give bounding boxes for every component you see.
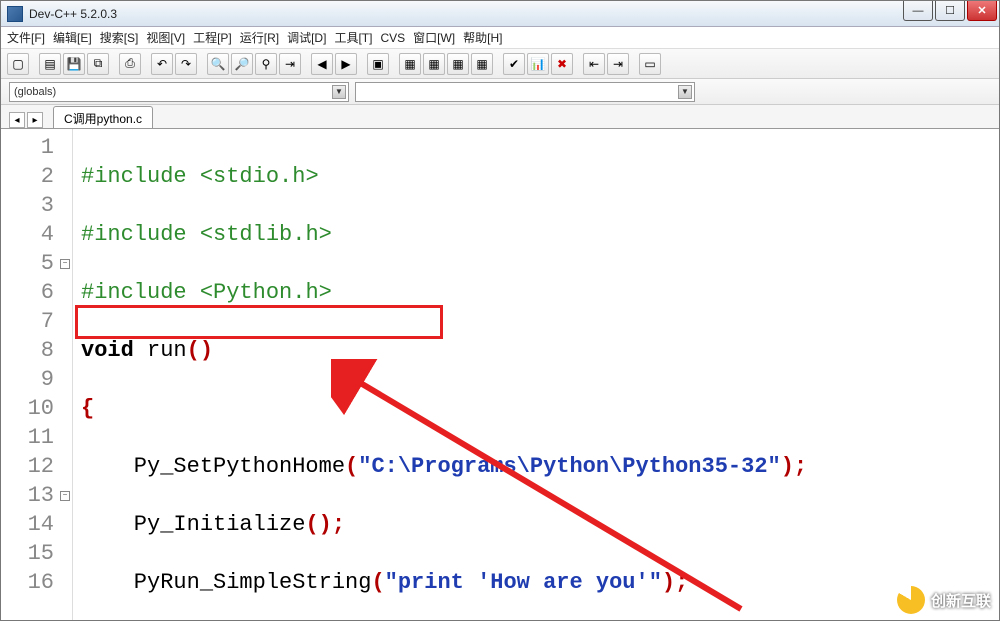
window-title: Dev-C++ 5.2.0.3 bbox=[29, 7, 117, 21]
redo-button[interactable]: ↷ bbox=[175, 53, 197, 75]
symbol-combo[interactable]: ▼ bbox=[355, 82, 695, 102]
maximize-button[interactable]: ☐ bbox=[935, 1, 965, 21]
line-number: 15 bbox=[1, 539, 72, 568]
line-number: 8 bbox=[1, 336, 72, 365]
menu-run[interactable]: 运行[R] bbox=[240, 29, 279, 46]
menu-help[interactable]: 帮助[H] bbox=[463, 29, 502, 46]
scope-combo-value: (globals) bbox=[14, 86, 56, 98]
watermark-text: 创新互联 bbox=[931, 590, 991, 611]
menu-window[interactable]: 窗口[W] bbox=[413, 29, 455, 46]
tab-row: ◂ ▸ C调用python.c bbox=[1, 105, 999, 129]
bookmark-button[interactable]: ▣ bbox=[367, 53, 389, 75]
goto-button[interactable]: ⇥ bbox=[279, 53, 301, 75]
saveall-button[interactable]: ⧉ bbox=[87, 53, 109, 75]
find-button[interactable]: 🔍 bbox=[207, 53, 229, 75]
grid3-button[interactable]: ▦ bbox=[447, 53, 469, 75]
line-number: 7 bbox=[1, 307, 72, 336]
menubar: 文件[F] 编辑[E] 搜索[S] 视图[V] 工程[P] 运行[R] 调试[D… bbox=[1, 27, 999, 49]
app-window: Dev-C++ 5.2.0.3 — ☐ ✕ 文件[F] 编辑[E] 搜索[S] … bbox=[0, 0, 1000, 621]
line-number: 5− bbox=[1, 249, 72, 278]
print-button[interactable]: ⎙ bbox=[119, 53, 141, 75]
toolbar: ▢ ▤ 💾 ⧉ ⎙ ↶ ↷ 🔍 🔎 ⚲ ⇥ ◀ ▶ ▣ ▦ ▦ ▦ ▦ ✔ 📊 … bbox=[1, 49, 999, 79]
grid1-button[interactable]: ▦ bbox=[399, 53, 421, 75]
forward-button[interactable]: ▶ bbox=[335, 53, 357, 75]
grid4-button[interactable]: ▦ bbox=[471, 53, 493, 75]
fold-minus-icon[interactable]: − bbox=[60, 259, 70, 269]
menu-edit[interactable]: 编辑[E] bbox=[53, 29, 92, 46]
menu-file[interactable]: 文件[F] bbox=[7, 29, 45, 46]
scope-combo[interactable]: (globals) ▼ bbox=[9, 82, 349, 102]
titlebar: Dev-C++ 5.2.0.3 — ☐ ✕ bbox=[1, 1, 999, 27]
line-number: 4 bbox=[1, 220, 72, 249]
menu-tools[interactable]: 工具[T] bbox=[334, 29, 372, 46]
line-number: 1 bbox=[1, 133, 72, 162]
gutter: 1 2 3 4 5− 6 7 8 9 10 11 12 13− 14 15 16 bbox=[1, 129, 73, 620]
new-file-button[interactable]: ▢ bbox=[7, 53, 29, 75]
line-number: 9 bbox=[1, 365, 72, 394]
save-button[interactable]: 💾 bbox=[63, 53, 85, 75]
code-area[interactable]: #include <stdio.h> #include <stdlib.h> #… bbox=[81, 129, 999, 620]
menu-debug[interactable]: 调试[D] bbox=[287, 29, 326, 46]
line-number: 2 bbox=[1, 162, 72, 191]
undo-button[interactable]: ↶ bbox=[151, 53, 173, 75]
chevron-down-icon: ▼ bbox=[678, 85, 692, 99]
window-controls: — ☐ ✕ bbox=[901, 1, 997, 21]
line-number: 16 bbox=[1, 568, 72, 597]
line-number: 13− bbox=[1, 481, 72, 510]
fold-minus-icon[interactable]: − bbox=[60, 491, 70, 501]
line-number: 12 bbox=[1, 452, 72, 481]
file-tab[interactable]: C调用python.c bbox=[53, 106, 153, 128]
open-button[interactable]: ▤ bbox=[39, 53, 61, 75]
layout-button[interactable]: ▭ bbox=[639, 53, 661, 75]
code-editor[interactable]: 1 2 3 4 5− 6 7 8 9 10 11 12 13− 14 15 16… bbox=[1, 129, 999, 620]
menu-search[interactable]: 搜索[S] bbox=[100, 29, 139, 46]
line-number: 14 bbox=[1, 510, 72, 539]
stop-button[interactable]: ✖ bbox=[551, 53, 573, 75]
menu-project[interactable]: 工程[P] bbox=[193, 29, 232, 46]
replace-button[interactable]: ⚲ bbox=[255, 53, 277, 75]
debug-in-button[interactable]: ⇤ bbox=[583, 53, 605, 75]
line-number: 10 bbox=[1, 394, 72, 423]
close-button[interactable]: ✕ bbox=[967, 1, 997, 21]
back-button[interactable]: ◀ bbox=[311, 53, 333, 75]
tab-next-button[interactable]: ▸ bbox=[27, 112, 43, 128]
debug-out-button[interactable]: ⇥ bbox=[607, 53, 629, 75]
tab-prev-button[interactable]: ◂ bbox=[9, 112, 25, 128]
line-number: 11 bbox=[1, 423, 72, 452]
menu-cvs[interactable]: CVS bbox=[380, 31, 405, 45]
grid2-button[interactable]: ▦ bbox=[423, 53, 445, 75]
findfiles-button[interactable]: 🔎 bbox=[231, 53, 253, 75]
chevron-down-icon: ▼ bbox=[332, 85, 346, 99]
menu-view[interactable]: 视图[V] bbox=[146, 29, 185, 46]
watermark: 创新互联 bbox=[897, 586, 991, 614]
compile-button[interactable]: ✔ bbox=[503, 53, 525, 75]
app-icon bbox=[7, 6, 23, 22]
stats-button[interactable]: 📊 bbox=[527, 53, 549, 75]
tab-nav: ◂ ▸ bbox=[9, 112, 43, 128]
watermark-logo-icon bbox=[897, 586, 925, 614]
minimize-button[interactable]: — bbox=[903, 1, 933, 21]
line-number: 3 bbox=[1, 191, 72, 220]
line-number: 6 bbox=[1, 278, 72, 307]
combo-row: (globals) ▼ ▼ bbox=[1, 79, 999, 105]
